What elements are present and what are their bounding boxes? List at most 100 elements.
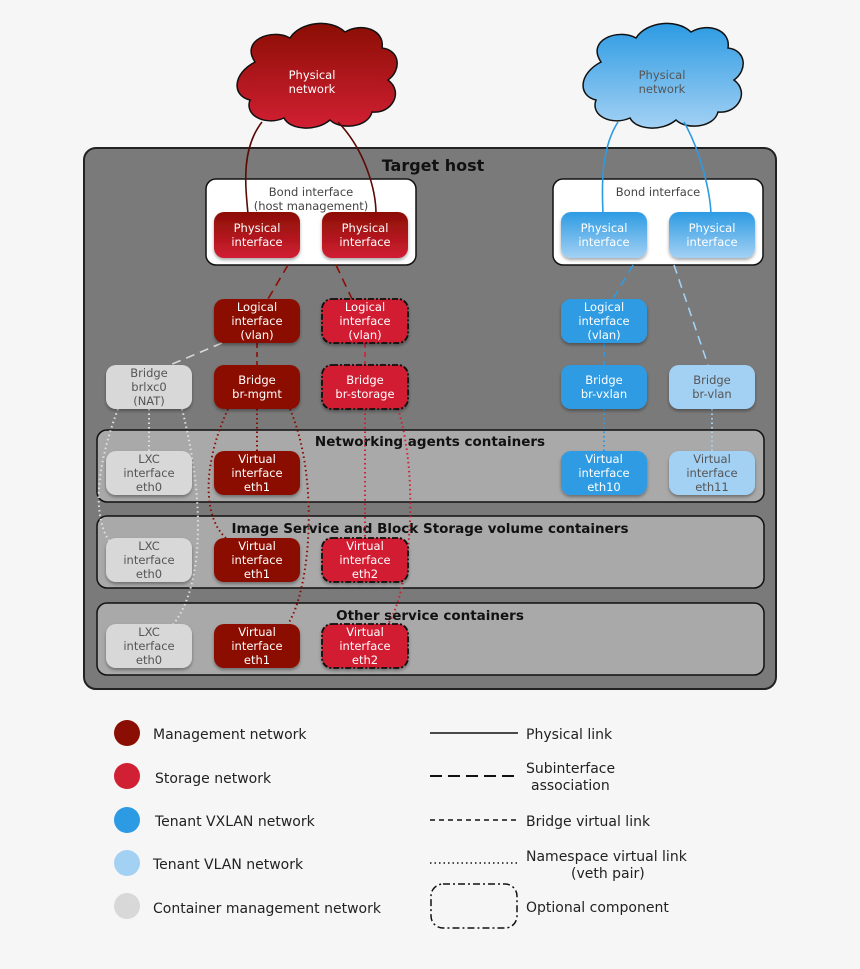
node-label-line3: eth10: [587, 480, 621, 494]
node-phys-ten-1: Physicalinterface: [561, 212, 647, 258]
container-networking-agents: Networking agents containers: [96, 429, 765, 503]
node-logical-storage: Logicalinterface(vlan): [321, 298, 409, 344]
node-label-line1: Virtual: [346, 539, 384, 553]
node-label-line1: Virtual: [693, 452, 731, 466]
node-logical-mgmt: Logicalinterface(vlan): [214, 299, 300, 343]
node-label-line1: Physical: [581, 221, 628, 235]
node-bridge-vxlan: Bridgebr-vxlan: [561, 365, 647, 409]
node-label-line3: eth1: [244, 480, 270, 494]
legend-links: Physical link Subinterface association B…: [430, 727, 688, 929]
node-label-line1: Physical: [234, 221, 281, 235]
node-label-line1: Logical: [584, 300, 624, 314]
node-label-line3: (vlan): [348, 328, 381, 342]
node-label-line3: eth2: [352, 653, 378, 667]
node-label-line1: Logical: [345, 300, 385, 314]
legend-label: Container management network: [153, 901, 382, 917]
node-label-line1: Virtual: [238, 539, 276, 553]
node-net-eth10: Virtualinterfaceeth10: [561, 451, 647, 495]
container-title: Image Service and Block Storage volume c…: [231, 521, 628, 537]
legend-label: Storage network: [155, 771, 272, 787]
legend-swatch-management: [114, 720, 140, 746]
node-label-line1: Bridge: [238, 373, 276, 387]
node-label-line3: (vlan): [240, 328, 273, 342]
node-net-eth11: Virtualinterfaceeth11: [669, 451, 755, 495]
legend-label: Management network: [153, 727, 307, 743]
node-label-line1: Virtual: [238, 452, 276, 466]
node-logical-vxlan: Logicalinterface(vlan): [561, 299, 647, 343]
legend-swatch-tenant-vlan: [114, 850, 140, 876]
node-label-line1: Logical: [237, 300, 277, 314]
node-phys-ten-2: Physicalinterface: [669, 212, 755, 258]
node-label-line2: interface: [339, 235, 390, 249]
node-label-line3: (vlan): [587, 328, 620, 342]
legend-label: Optional component: [526, 900, 669, 916]
node-label-line2: interface: [123, 553, 174, 567]
node-label-line3: eth2: [352, 567, 378, 581]
node-label-line2: interface: [686, 466, 737, 480]
node-label-line1: LXC: [138, 625, 159, 639]
node-phys-mgmt-2: Physicalinterface: [322, 212, 408, 258]
target-host-title: Target host: [382, 156, 485, 175]
node-label-line2: interface: [686, 235, 737, 249]
node-label-line2: br-mgmt: [232, 387, 282, 401]
node-label-line2: interface: [578, 235, 629, 249]
node-label-line1: Physical: [689, 221, 736, 235]
node-label-line2: interface: [231, 639, 282, 653]
node-label-line2: interface: [231, 553, 282, 567]
cloud-physical-network-tenant: Physical network: [582, 22, 744, 129]
node-oth-eth2: Virtualinterfaceeth2: [321, 623, 409, 669]
node-img-eth2: Virtualinterfaceeth2: [321, 537, 409, 583]
node-label-line1: LXC: [138, 539, 159, 553]
node-label-line2: interface: [339, 553, 390, 567]
node-label-line2: br-vxlan: [581, 387, 627, 401]
node-label-line1: Virtual: [585, 452, 623, 466]
node-label-line2: interface: [339, 639, 390, 653]
node-label-line2: interface: [578, 466, 629, 480]
cloud-label-line2: network: [289, 82, 336, 96]
legend-label: Tenant VXLAN network: [154, 814, 316, 830]
legend-label: association: [531, 778, 610, 794]
network-architecture-diagram: Physical network Physical network Target…: [83, 22, 777, 929]
node-phys-mgmt-1: Physicalinterface: [214, 212, 300, 258]
node-label-line3: (NAT): [133, 394, 165, 408]
legend-swatch-storage: [114, 763, 140, 789]
node-net-eth1: Virtualinterfaceeth1: [214, 451, 300, 495]
node-label-line3: eth11: [695, 480, 729, 494]
cloud-label-line2: network: [639, 82, 686, 96]
bond-label-line1: Bond interface: [616, 185, 700, 199]
node-label-line3: eth0: [136, 653, 162, 667]
node-label-line2: interface: [339, 314, 390, 328]
node-oth-lxc: LXCinterfaceeth0: [106, 624, 192, 668]
node-bridge-mgmt: Bridgebr-mgmt: [214, 365, 300, 409]
node-label-line3: eth1: [244, 653, 270, 667]
node-img-lxc: LXCinterfaceeth0: [106, 538, 192, 582]
legend: Management network Storage network Tenan…: [114, 720, 688, 929]
node-img-eth1: Virtualinterfaceeth1: [214, 538, 300, 582]
legend-label: Subinterface: [526, 761, 615, 777]
node-bridge-vlan: Bridgebr-vlan: [669, 365, 755, 409]
legend-optional-box: [430, 883, 518, 929]
node-label-line2: interface: [231, 466, 282, 480]
container-title: Other service containers: [336, 608, 524, 624]
node-oth-eth1: Virtualinterfaceeth1: [214, 624, 300, 668]
node-label-line1: Virtual: [346, 625, 384, 639]
container-title: Networking agents containers: [315, 434, 545, 450]
node-label-line1: Physical: [342, 221, 389, 235]
node-label-line1: Bridge: [346, 373, 384, 387]
node-label-line1: Bridge: [130, 366, 168, 380]
node-label-line3: eth1: [244, 567, 270, 581]
node-label-line2: interface: [231, 314, 282, 328]
node-label-line2: brlxc0: [131, 380, 166, 394]
bond-label-line1: Bond interface: [269, 185, 353, 199]
node-label-line1: Bridge: [693, 373, 731, 387]
node-label-line2: interface: [578, 314, 629, 328]
node-label-line3: eth0: [136, 567, 162, 581]
legend-label: Bridge virtual link: [526, 814, 651, 830]
cloud-label-line1: Physical: [289, 68, 336, 82]
node-label-line2: br-vlan: [692, 387, 731, 401]
legend-label: (veth pair): [571, 866, 645, 882]
legend-swatch-container-mgmt: [114, 893, 140, 919]
node-bridge-storage: Bridgebr-storage: [321, 364, 409, 410]
legend-swatch-tenant-vxlan: [114, 807, 140, 833]
legend-label: Tenant VLAN network: [152, 857, 304, 873]
